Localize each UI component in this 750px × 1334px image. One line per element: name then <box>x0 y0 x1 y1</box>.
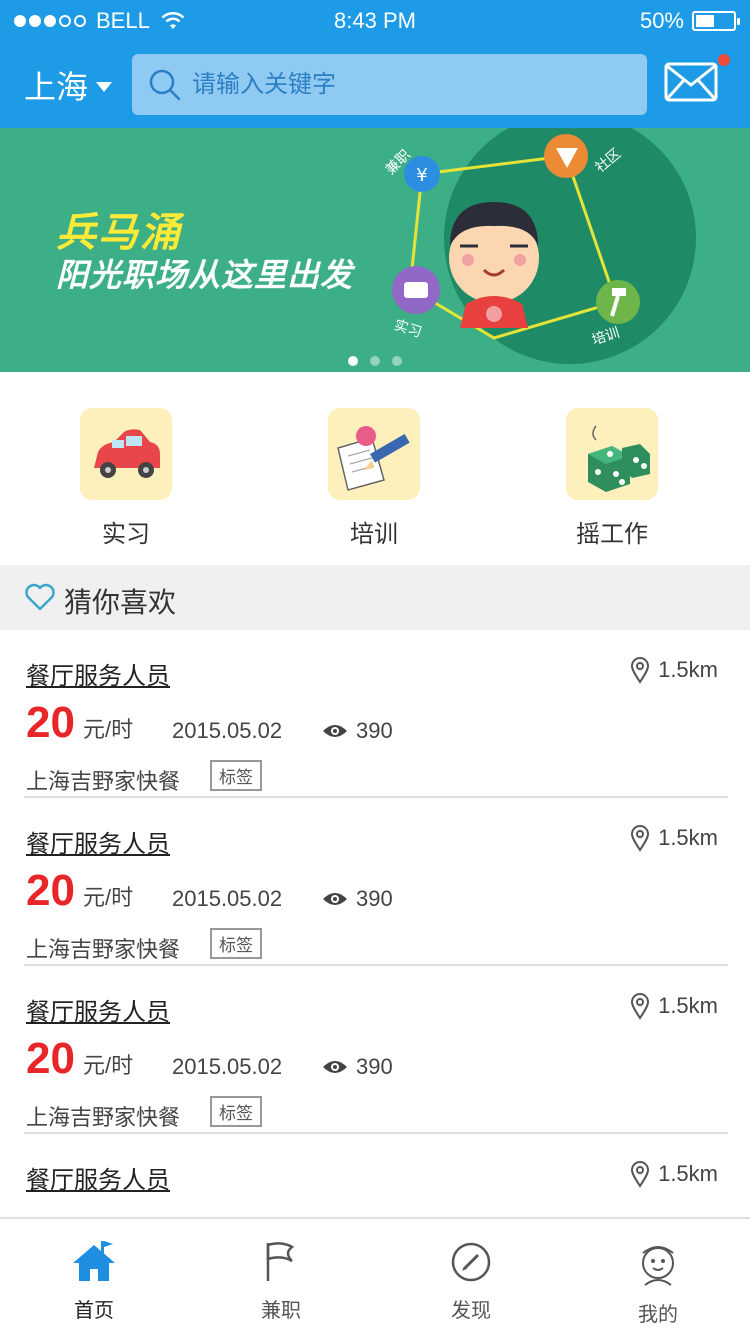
job-views: 390 <box>322 1054 393 1080</box>
top-nav-bar: 上海 <box>0 40 750 128</box>
caret-down-icon <box>96 82 113 92</box>
job-title[interactable]: 餐厅服务人员 <box>26 656 170 691</box>
job-card[interactable]: 餐厅服务人员 1.5km 20 元/时 2015.05.02 390 上海吉野家… <box>24 966 728 1134</box>
status-bar: BELL 8:43 PM 50% <box>0 0 750 40</box>
job-tag: 标签 <box>210 1096 262 1127</box>
eye-icon <box>323 725 347 737</box>
wage-unit: 元/时 <box>82 717 134 742</box>
tab-label: 首页 <box>74 1300 114 1322</box>
tab-discover[interactable]: 发现 <box>411 1241 531 1323</box>
status-time: 8:43 PM <box>334 8 416 33</box>
compass-pen-icon <box>451 1242 491 1282</box>
battery-percent: 50% <box>639 8 684 33</box>
eye-icon <box>323 1061 347 1073</box>
tab-label: 发现 <box>451 1300 491 1322</box>
category-grid: 实习 培训 摇工作 <box>0 372 750 565</box>
job-tag: 标签 <box>210 760 262 791</box>
views-count: 390 <box>356 1054 393 1079</box>
job-list: 餐厅服务人员 1.5km 20 元/时 2015.05.02 390 上海吉野家… <box>0 630 750 1214</box>
distance-value: 1.5km <box>658 657 718 682</box>
job-views: 390 <box>322 718 393 744</box>
job-distance: 1.5km <box>630 992 718 1020</box>
category-shake-job[interactable]: 摇工作 <box>542 408 682 549</box>
category-label: 摇工作 <box>576 521 648 548</box>
job-title[interactable]: 餐厅服务人员 <box>26 824 170 859</box>
city-selector[interactable]: 上海 <box>24 62 113 108</box>
job-wage: 20 元/时 <box>26 1034 133 1084</box>
category-label: 实习 <box>102 521 150 548</box>
job-card[interactable]: 餐厅服务人员 1.5km <box>24 1134 728 1214</box>
heart-icon <box>25 583 55 611</box>
eye-icon <box>323 893 347 905</box>
distance-value: 1.5km <box>658 1161 718 1186</box>
tab-home[interactable]: 首页 <box>34 1241 154 1323</box>
job-tag: 标签 <box>210 928 262 959</box>
recommend-section-header: 猜你喜欢 <box>0 565 750 630</box>
mail-icon <box>664 62 718 102</box>
job-company: 上海吉野家快餐 <box>26 769 181 794</box>
job-wage: 20 元/时 <box>26 866 133 916</box>
distance-value: 1.5km <box>658 825 718 850</box>
search-icon <box>149 69 181 100</box>
job-card[interactable]: 餐厅服务人员 1.5km 20 元/时 2015.05.02 390 上海吉野家… <box>24 798 728 966</box>
search-bar[interactable] <box>132 54 647 115</box>
messages-button[interactable] <box>664 54 730 107</box>
wage-unit: 元/时 <box>82 1053 134 1078</box>
pencil-paper-icon <box>328 408 420 500</box>
location-pin-icon <box>631 993 650 1020</box>
banner-pager[interactable] <box>348 356 402 366</box>
search-input[interactable] <box>192 70 612 99</box>
pager-dot[interactable] <box>392 356 402 366</box>
status-right: 50% <box>639 8 740 34</box>
banner-illustration: ¥ 兼职 社区 实习 培训 <box>383 128 696 364</box>
job-views: 390 <box>322 886 393 912</box>
flag-icon <box>266 1242 295 1281</box>
car-icon <box>80 408 172 500</box>
dice-icon <box>566 408 658 500</box>
tab-mine[interactable]: 我的 <box>598 1241 718 1327</box>
wage-amount: 20 <box>26 1034 75 1083</box>
location-pin-icon <box>631 825 650 852</box>
job-wage: 20 元/时 <box>26 698 133 748</box>
tab-parttime[interactable]: 兼职 <box>221 1241 341 1323</box>
job-distance: 1.5km <box>630 656 718 684</box>
badge-intern: 实习 <box>392 317 424 341</box>
location-pin-icon <box>631 657 650 684</box>
job-card[interactable]: 餐厅服务人员 1.5km 20 元/时 2015.05.02 390 上海吉野家… <box>24 630 728 798</box>
job-distance: 1.5km <box>630 1160 718 1188</box>
wage-amount: 20 <box>26 866 75 915</box>
job-company: 上海吉野家快餐 <box>26 1105 181 1130</box>
pager-dot[interactable] <box>348 356 358 366</box>
job-date: 2015.05.02 <box>172 718 283 743</box>
wage-unit: 元/时 <box>82 885 134 910</box>
job-date: 2015.05.02 <box>172 886 283 911</box>
job-title[interactable]: 餐厅服务人员 <box>26 992 170 1027</box>
job-distance: 1.5km <box>630 824 718 852</box>
category-training[interactable]: 培训 <box>304 408 444 549</box>
home-icon <box>73 1241 115 1281</box>
tab-label: 兼职 <box>261 1300 301 1322</box>
job-title[interactable]: 餐厅服务人员 <box>26 1160 170 1195</box>
views-count: 390 <box>356 886 393 911</box>
banner-slogan: 阳光职场从这里出发 <box>56 257 354 293</box>
job-company: 上海吉野家快餐 <box>26 937 181 962</box>
battery-icon <box>692 11 740 31</box>
tab-label: 我的 <box>638 1304 678 1326</box>
job-date: 2015.05.02 <box>172 1054 283 1079</box>
wage-amount: 20 <box>26 698 75 747</box>
bottom-tab-bar: 首页 兼职 发现 我的 <box>0 1217 750 1334</box>
section-title: 猜你喜欢 <box>64 587 177 618</box>
avatar-icon <box>642 1246 674 1286</box>
svg-text:¥: ¥ <box>416 165 427 186</box>
unread-badge <box>718 54 730 66</box>
category-label: 培训 <box>350 521 398 548</box>
views-count: 390 <box>356 718 393 743</box>
pager-dot[interactable] <box>370 356 380 366</box>
location-pin-icon <box>631 1161 650 1188</box>
city-label: 上海 <box>24 69 89 105</box>
category-internship[interactable]: 实习 <box>56 408 196 549</box>
promo-banner[interactable]: 兵马涌 阳光职场从这里出发 ¥ 兼职 社区 实习 培训 <box>0 128 750 372</box>
distance-value: 1.5km <box>658 993 718 1018</box>
